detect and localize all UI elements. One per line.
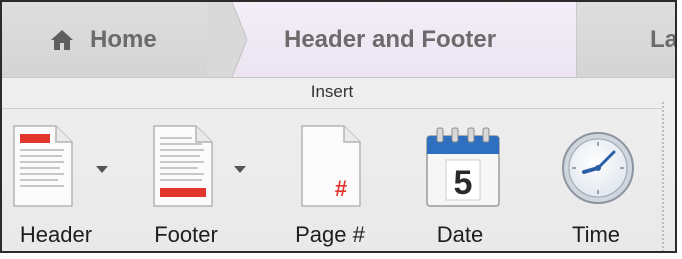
ribbon-window: Header and Footer Home La Insert Header … — [0, 0, 677, 253]
group-separator — [662, 102, 664, 251]
footer-button-label: Footer — [154, 222, 218, 247]
tab-label: Home — [90, 25, 157, 53]
page-number-button[interactable]: # Page # — [280, 114, 380, 251]
group-divider — [2, 108, 662, 109]
ribbon-tab-bar: Header and Footer Home La — [2, 2, 675, 78]
tab-layout-partial[interactable]: La — [650, 2, 677, 77]
page-number-button-label: Page # — [295, 222, 365, 247]
tab-home[interactable]: Home — [50, 2, 157, 77]
home-icon — [51, 29, 73, 50]
tab-label: Header and Footer — [284, 25, 497, 53]
header-button[interactable]: Header — [2, 114, 114, 251]
calendar-icon: 5 — [426, 127, 500, 207]
calendar-day-glyph: 5 — [454, 164, 473, 202]
chevron-down-icon[interactable] — [96, 166, 108, 173]
time-button[interactable]: Time — [542, 114, 642, 251]
header-button-label: Header — [19, 222, 93, 247]
page-number-glyph: # — [335, 176, 347, 201]
header-document-icon — [13, 125, 73, 207]
tab-label: La — [650, 25, 677, 53]
footer-button[interactable]: Footer — [142, 114, 254, 251]
time-button-label: Time — [571, 222, 621, 247]
group-label-insert: Insert — [310, 82, 354, 101]
clock-icon — [562, 132, 634, 204]
chevron-down-icon[interactable] — [234, 166, 246, 173]
date-button-label: Date — [436, 222, 484, 247]
page-number-icon: # — [301, 125, 361, 207]
breadcrumb-chevron — [207, 2, 247, 77]
date-button[interactable]: 5 Date — [410, 114, 510, 251]
tab-divider — [576, 2, 577, 77]
tab-header-and-footer[interactable]: Header and Footer — [232, 2, 576, 77]
footer-document-icon — [153, 125, 213, 207]
